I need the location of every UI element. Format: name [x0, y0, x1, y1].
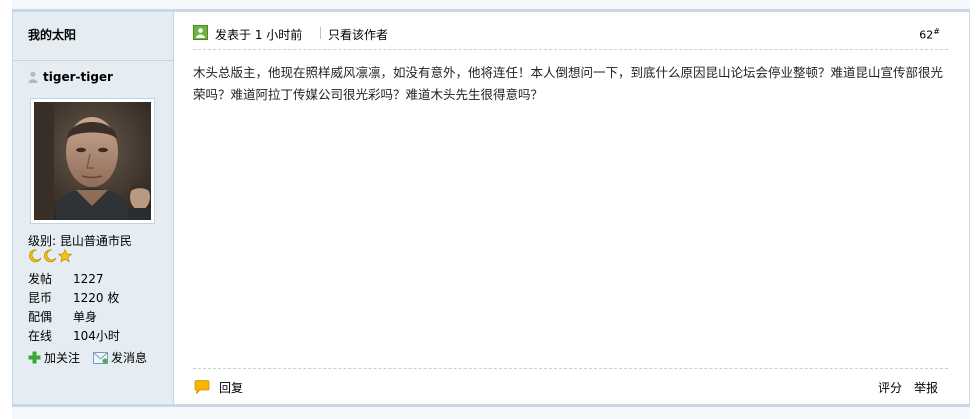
star-medal-icon — [58, 249, 72, 263]
floor-number-value: 62 — [919, 28, 934, 42]
frame-right-border — [969, 0, 970, 419]
stat-value: 104小时 — [73, 329, 120, 343]
stat-label: 配偶 — [28, 310, 53, 324]
author-title-bar: 我的太阳 — [13, 12, 173, 61]
stat-coins: 昆币 1220 枚 — [28, 289, 120, 308]
username-link[interactable]: tiger-tiger — [43, 70, 113, 84]
username-row[interactable]: tiger-tiger — [28, 70, 113, 84]
stat-label: 在线 — [28, 329, 53, 343]
report-button[interactable]: 举报 — [914, 379, 938, 396]
follow-label: 加关注 — [44, 351, 81, 365]
post-footer: 回复 评分 举报 — [193, 368, 948, 397]
avatar-photo — [34, 102, 151, 220]
stat-value: 1220 枚 — [73, 291, 120, 305]
stat-value: 单身 — [73, 310, 98, 324]
avatar[interactable] — [30, 98, 155, 224]
medal-row — [28, 249, 72, 263]
stat-spouse: 配偶 单身 — [28, 308, 120, 327]
floor-mark: # — [933, 27, 940, 36]
member-level: 级别: 昆山普通市民 — [28, 234, 132, 248]
forum-post-page: 我的太阳 tiger-tiger 级别: 昆山普通市民 发帖 1227 昆币 1… — [0, 0, 979, 419]
post-status-icon — [193, 25, 208, 40]
next-post-divider — [12, 404, 970, 419]
moon-medal-icon — [44, 249, 57, 263]
mail-icon — [93, 351, 109, 364]
author-title: 我的太阳 — [28, 28, 77, 42]
reply-button[interactable]: 回复 — [219, 379, 243, 396]
post-time: 发表于 1 小时前 — [215, 28, 303, 42]
floor-number[interactable]: 62# — [919, 27, 940, 42]
stat-label: 发帖 — [28, 272, 53, 286]
moon-medal-icon — [29, 249, 42, 263]
author-sidebar: 我的太阳 tiger-tiger 级别: 昆山普通市民 发帖 1227 昆币 1… — [13, 12, 174, 404]
stat-posts: 发帖 1227 — [28, 270, 120, 289]
send-message-button[interactable]: 发消息 — [93, 349, 147, 366]
header-separator — [320, 27, 321, 39]
post-content: 木头总版主，他现在照样威风凛凛，如没有意外，他将连任！本人倒想问一下，到底什么原… — [193, 65, 944, 102]
stat-value[interactable]: 1227 — [73, 270, 104, 289]
user-actions: 加关注 发消息 — [28, 349, 147, 366]
user-stats: 发帖 1227 昆币 1220 枚 配偶 单身 在线 104小时 — [28, 270, 120, 346]
post-header: 发表于 1 小时前 只看该作者 62# — [193, 25, 948, 50]
previous-post-divider — [12, 0, 970, 12]
message-label: 发消息 — [111, 351, 148, 365]
stat-label: 昆币 — [28, 291, 53, 305]
stat-online: 在线 104小时 — [28, 327, 120, 346]
user-icon — [28, 71, 38, 83]
only-author-link[interactable]: 只看该作者 — [328, 26, 388, 43]
reply-bubble-icon — [194, 380, 210, 394]
follow-button[interactable]: 加关注 — [28, 349, 80, 366]
plus-icon — [28, 351, 41, 364]
rate-button[interactable]: 评分 — [878, 379, 902, 396]
